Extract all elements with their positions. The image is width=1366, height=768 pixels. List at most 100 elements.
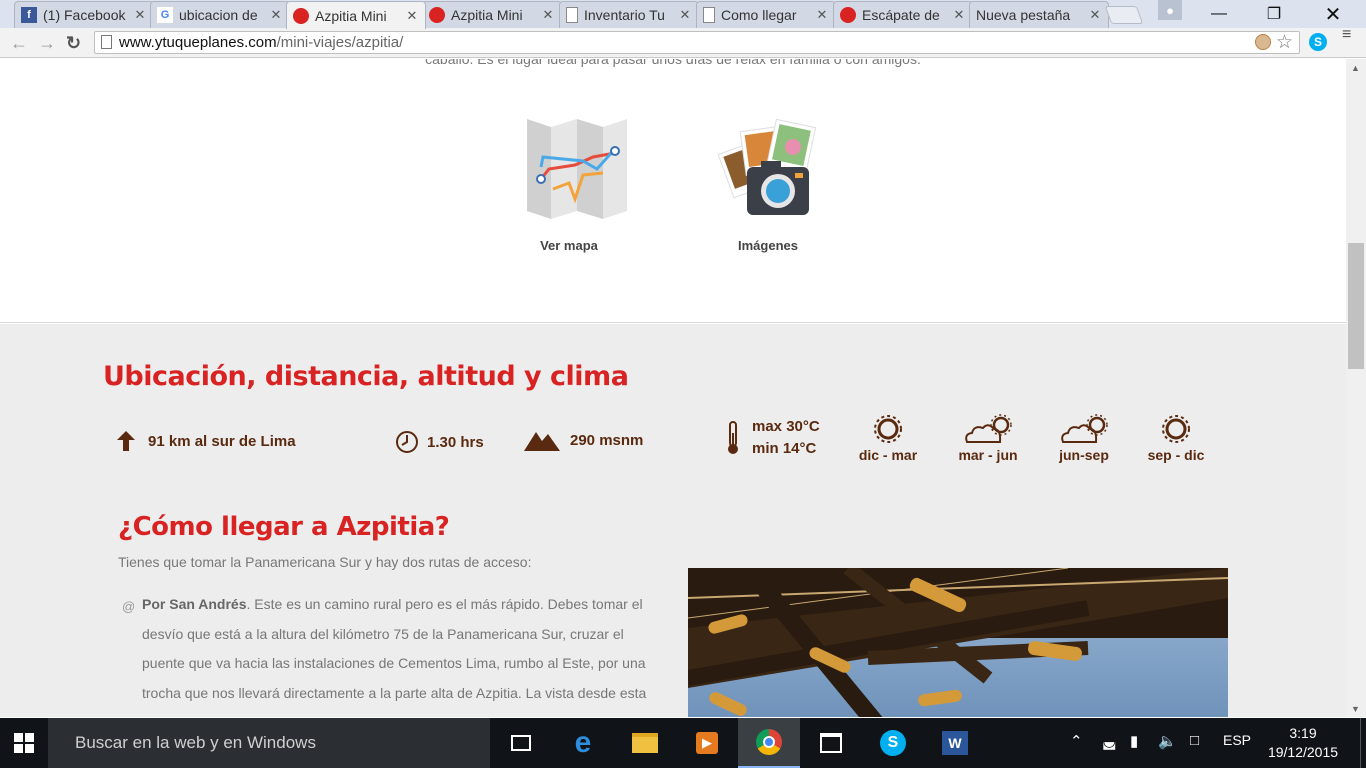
thermometer-icon bbox=[728, 421, 738, 454]
skype-icon[interactable]: S bbox=[1309, 33, 1327, 51]
close-tab-icon[interactable]: ✕ bbox=[133, 7, 147, 23]
forward-icon[interactable]: → bbox=[38, 33, 56, 54]
address-bar[interactable]: www.ytuqueplanes.com/mini-viajes/azpitia… bbox=[94, 31, 1300, 54]
url-host: www.ytuqueplanes.com bbox=[119, 34, 277, 51]
chrome-menu-icon[interactable]: ≡ bbox=[1342, 27, 1351, 43]
tab-title: Azpitia Mini bbox=[315, 7, 387, 24]
windows-start-icon[interactable] bbox=[0, 718, 48, 768]
clock[interactable]: 3:19 19/12/2015 bbox=[1262, 724, 1344, 762]
tab-title: ubicacion de bbox=[179, 7, 258, 23]
clock-date: 19/12/2015 bbox=[1267, 744, 1339, 760]
word-icon[interactable]: W bbox=[924, 718, 986, 768]
document-icon bbox=[703, 7, 715, 23]
close-tab-icon[interactable]: ✕ bbox=[1088, 7, 1102, 23]
file-explorer-icon[interactable] bbox=[614, 718, 676, 768]
extension-icon[interactable] bbox=[1255, 34, 1271, 50]
bullet-icon: @ bbox=[122, 599, 136, 614]
season-dic-mar: dic - mar bbox=[853, 414, 923, 463]
tab-title: Inventario Tu bbox=[584, 7, 665, 23]
distance-text: 91 km al sur de Lima bbox=[148, 432, 296, 450]
map-feature[interactable]: Ver mapa bbox=[520, 117, 630, 253]
web-page: caballo. Es el lugar ideal para pasar un… bbox=[0, 59, 1346, 717]
browser-tab[interactable]: Nueva pestaña ✕ bbox=[969, 1, 1109, 28]
task-view-icon[interactable] bbox=[490, 718, 552, 768]
google-icon: G bbox=[157, 7, 173, 23]
tab-title: Escápate de bbox=[862, 7, 940, 23]
sun-icon bbox=[1162, 415, 1190, 443]
scroll-thumb[interactable] bbox=[1348, 243, 1364, 369]
temperature-info: max 30°C min 14°C bbox=[726, 416, 820, 460]
chevron-up-icon[interactable]: ⌃ bbox=[1070, 732, 1083, 750]
browser-tab[interactable]: Azpitia Mini ✕ bbox=[422, 1, 562, 28]
clock-time: 3:19 bbox=[1289, 725, 1317, 741]
close-window-button[interactable]: ✕ bbox=[1310, 0, 1356, 28]
mountain-icon bbox=[524, 432, 560, 451]
store-icon[interactable] bbox=[800, 718, 862, 768]
bookmark-star-icon[interactable]: ☆ bbox=[1276, 31, 1293, 54]
browser-tab-strip: f (1) Facebook ✕ Gubicacion de ✕ Azpitia Mini… bbox=[0, 0, 1366, 29]
tab-title: Nueva pestaña bbox=[976, 7, 1071, 23]
new-tab-button[interactable] bbox=[1104, 6, 1144, 24]
altitude-info: 290 msnm bbox=[524, 428, 643, 452]
intro-text-cut: caballo. Es el lugar ideal para pasar un… bbox=[425, 59, 921, 67]
profile-icon[interactable]: ● bbox=[1158, 0, 1182, 20]
route-san-andres: Por San Andrés. Este es un camino rural … bbox=[142, 590, 668, 717]
tab-title: (1) Facebook bbox=[43, 7, 126, 23]
route-text: . Este es un camino rural pero es el más… bbox=[142, 596, 647, 717]
info-title: Ubicación, distancia, altitud y clima bbox=[103, 361, 629, 392]
close-tab-icon[interactable]: ✕ bbox=[815, 7, 829, 23]
restore-button[interactable]: ❐ bbox=[1251, 0, 1297, 28]
notifications-icon[interactable]: □ bbox=[1190, 732, 1199, 749]
page-scrollbar[interactable]: ▲ ▼ bbox=[1346, 59, 1366, 717]
taskbar-search-input[interactable]: Buscar en la web y en Windows bbox=[48, 718, 490, 768]
battery-icon[interactable]: ▮ bbox=[1130, 732, 1138, 750]
sun-icon bbox=[874, 415, 902, 443]
chrome-taskbar-icon[interactable] bbox=[738, 718, 800, 768]
links-section: caballo. Es el lugar ideal para pasar un… bbox=[0, 59, 1346, 323]
browser-tab[interactable]: Gubicacion de ✕ bbox=[150, 1, 290, 28]
season-jun-sep: jun-sep bbox=[1049, 414, 1119, 463]
close-tab-icon[interactable]: ✕ bbox=[405, 8, 419, 24]
season-label: mar - jun bbox=[958, 447, 1018, 463]
close-tab-icon[interactable]: ✕ bbox=[952, 7, 966, 23]
cloud-sun-icon bbox=[965, 414, 1012, 443]
close-tab-icon[interactable]: ✕ bbox=[541, 7, 555, 23]
reload-icon[interactable]: ↻ bbox=[66, 33, 81, 54]
media-player-icon[interactable]: ▶ bbox=[676, 718, 738, 768]
edge-icon[interactable]: e bbox=[552, 718, 614, 768]
map-label: Ver mapa bbox=[540, 238, 598, 253]
browser-toolbar: ← → ↻ www.ytuqueplanes.com/mini-viajes/a… bbox=[0, 27, 1366, 58]
escapate-icon bbox=[840, 7, 856, 23]
season-sep-dic: sep - dic bbox=[1141, 414, 1211, 463]
minimize-button[interactable]: — bbox=[1196, 0, 1242, 28]
browser-tab[interactable]: Como llegar ✕ bbox=[696, 1, 836, 28]
close-tab-icon[interactable]: ✕ bbox=[269, 7, 283, 23]
map-icon bbox=[527, 119, 627, 219]
images-feature[interactable]: Imágenes bbox=[714, 117, 824, 253]
arrow-up-icon bbox=[117, 431, 135, 451]
wooden-roof-image bbox=[688, 568, 1228, 717]
scroll-up-icon[interactable]: ▲ bbox=[1351, 63, 1360, 73]
volume-icon[interactable]: 🔈 bbox=[1158, 732, 1177, 750]
language-indicator[interactable]: ESP bbox=[1223, 732, 1251, 748]
close-tab-icon[interactable]: ✕ bbox=[678, 7, 692, 23]
info-section: Ubicación, distancia, altitud y clima 91… bbox=[0, 324, 1346, 717]
scroll-down-icon[interactable]: ▼ bbox=[1351, 704, 1360, 714]
back-icon[interactable]: ← bbox=[10, 33, 28, 54]
clock-icon bbox=[396, 431, 418, 453]
time-text: 1.30 hrs bbox=[427, 433, 484, 451]
temp-max: max 30°C bbox=[752, 418, 820, 435]
browser-tab[interactable]: Escápate de ✕ bbox=[833, 1, 973, 28]
skype-taskbar-icon[interactable]: S bbox=[862, 718, 924, 768]
tab-title: Azpitia Mini bbox=[451, 7, 523, 23]
images-label: Imágenes bbox=[738, 238, 798, 253]
network-icon[interactable]: ◛ bbox=[1102, 732, 1117, 750]
document-icon bbox=[566, 7, 578, 23]
browser-tab[interactable]: f (1) Facebook ✕ bbox=[14, 1, 154, 28]
browser-tab[interactable]: Azpitia Mini ✕ bbox=[286, 1, 426, 29]
browser-tab[interactable]: Inventario Tu ✕ bbox=[559, 1, 699, 28]
show-desktop-button[interactable] bbox=[1360, 718, 1366, 768]
temp-min: min 14°C bbox=[752, 440, 817, 457]
season-label: jun-sep bbox=[1059, 447, 1109, 463]
season-label: sep - dic bbox=[1147, 447, 1205, 463]
